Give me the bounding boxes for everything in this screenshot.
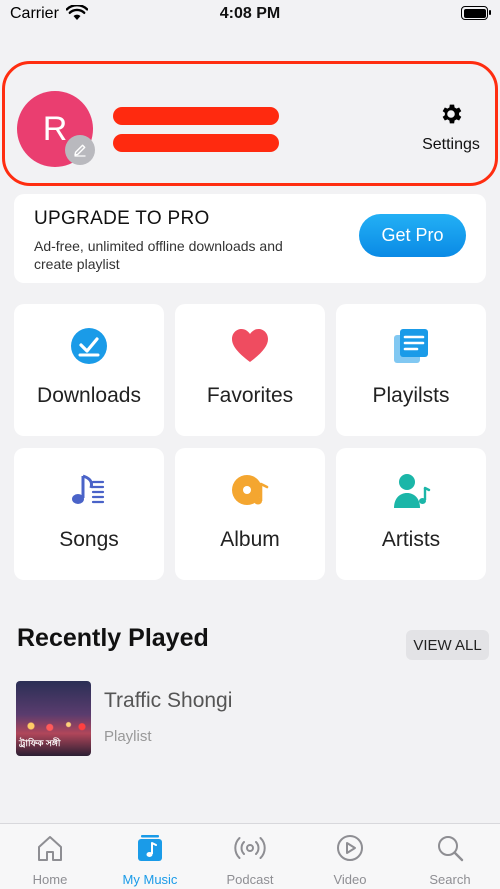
tab-label: Video — [333, 872, 367, 887]
edit-avatar-icon[interactable] — [65, 135, 95, 165]
music-list-icon — [14, 470, 164, 510]
tab-label: Home — [32, 872, 68, 887]
tile-label: Album — [220, 528, 280, 551]
upgrade-card: UPGRADE TO PRO Ad-free, unlimited offlin… — [14, 194, 486, 283]
tab-label: Search — [429, 872, 471, 887]
upgrade-description: Ad-free, unlimited offline downloads and… — [34, 238, 283, 272]
tile-label: Songs — [59, 528, 119, 551]
status-bar: Carrier 4:08 PM — [0, 0, 500, 30]
recently-played-title: Recently Played — [17, 624, 209, 652]
track-title[interactable]: Traffic Shongi — [104, 689, 232, 713]
battery-icon — [461, 6, 491, 20]
tab-podcast[interactable]: Podcast — [200, 824, 300, 889]
my-music-icon — [100, 833, 200, 863]
tab-bar: Home My Music Podcast Video Search — [0, 823, 500, 889]
tab-label: My Music — [122, 872, 178, 887]
profile-card[interactable]: R Settings — [2, 61, 498, 186]
settings-label: Settings — [422, 136, 480, 153]
tile-songs[interactable]: Songs — [14, 448, 164, 580]
tab-my-music[interactable]: My Music — [100, 824, 200, 889]
heart-icon — [175, 326, 325, 366]
podcast-icon — [200, 833, 300, 863]
tile-playlists[interactable]: Playilsts — [336, 304, 486, 436]
tab-search[interactable]: Search — [400, 824, 500, 889]
tile-label: Downloads — [37, 384, 141, 407]
search-icon — [400, 833, 500, 863]
tile-album[interactable]: Album — [175, 448, 325, 580]
settings-button[interactable]: Settings — [419, 101, 483, 154]
play-circle-icon — [300, 833, 400, 863]
artist-icon — [336, 470, 486, 510]
tile-label: Artists — [381, 528, 441, 551]
download-check-icon — [14, 326, 164, 366]
tile-label: Playilsts — [372, 384, 450, 407]
playlist-icon — [336, 326, 486, 366]
redacted-name-bar — [113, 107, 279, 125]
get-pro-button[interactable]: Get Pro — [359, 214, 466, 257]
tile-artists[interactable]: Artists — [336, 448, 486, 580]
album-disc-icon — [175, 470, 325, 510]
tab-label: Podcast — [226, 872, 274, 887]
tile-favorites[interactable]: Favorites — [175, 304, 325, 436]
clock: 4:08 PM — [219, 5, 281, 22]
redacted-name-bar — [113, 134, 279, 152]
track-subtitle: Playlist — [104, 728, 152, 745]
tile-label: Favorites — [206, 384, 294, 407]
tab-home[interactable]: Home — [0, 824, 100, 889]
view-all-button[interactable]: VIEW ALL — [406, 630, 489, 660]
track-thumbnail[interactable]: ট্রাফিক সঙ্গী — [16, 681, 91, 756]
tab-video[interactable]: Video — [300, 824, 400, 889]
upgrade-title: UPGRADE TO PRO — [34, 208, 210, 229]
home-icon — [0, 833, 100, 863]
gear-icon — [438, 104, 464, 131]
thumbnail-caption: ট্রাফিক সঙ্গী — [19, 738, 61, 748]
tile-downloads[interactable]: Downloads — [14, 304, 164, 436]
